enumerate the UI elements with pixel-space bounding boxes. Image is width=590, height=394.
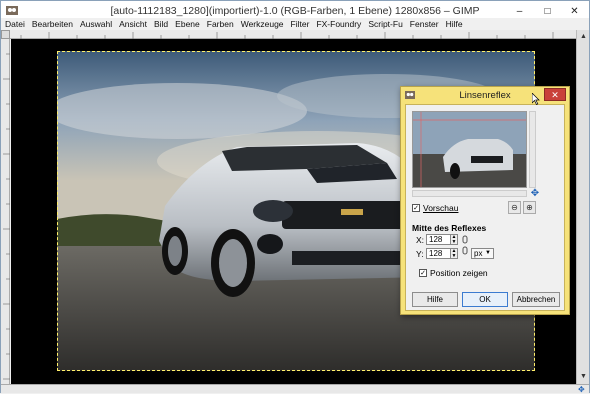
ruler-ticks-icon <box>20 32 554 39</box>
menu-script-fu[interactable]: Script-Fu <box>368 19 402 29</box>
gimp-window: [auto-1112183_1280](importiert)-1.0 (RGB… <box>0 0 590 394</box>
chevron-down-icon: ▼ <box>485 250 491 256</box>
preview-checkbox[interactable]: ✓ <box>412 204 420 212</box>
menu-hilfe[interactable]: Hilfe <box>446 19 463 29</box>
dialog-body: ✥ ✓ Vorschau ⊖ ⊕ Mitte des Reflexes X: 1… <box>405 104 565 311</box>
show-position-checkbox[interactable]: ✓ <box>419 269 427 277</box>
menu-fx-foundry[interactable]: FX-Foundry <box>316 19 361 29</box>
x-spin-arrows-icon[interactable]: ▲ ▼ <box>451 234 458 245</box>
menu-datei[interactable]: Datei <box>5 19 25 29</box>
menu-ebene[interactable]: Ebene <box>175 19 200 29</box>
y-coordinate-row: Y: 128 ▲ ▼ <box>416 248 458 259</box>
y-spin-arrows-icon[interactable]: ▲ ▼ <box>451 248 458 259</box>
lens-flare-dialog: Linsenreflex ✕ ✥ ✓ Vorschau ⊖ ⊕ Mitte de… <box>400 86 570 315</box>
menu-fenster[interactable]: Fenster <box>410 19 439 29</box>
chain-link-icon[interactable] <box>462 234 468 256</box>
menu-werkzeuge[interactable]: Werkzeuge <box>241 19 284 29</box>
vertical-ruler[interactable] <box>1 39 10 384</box>
y-value-input[interactable]: 128 <box>426 248 451 259</box>
x-value-input[interactable]: 128 <box>426 234 451 245</box>
menu-bild[interactable]: Bild <box>154 19 168 29</box>
preview-vertical-scrollbar[interactable] <box>529 111 536 188</box>
menu-auswahl[interactable]: Auswahl <box>80 19 112 29</box>
mouse-cursor-icon <box>532 93 540 105</box>
horizontal-scrollbar[interactable]: ✥ <box>1 384 589 394</box>
preview-horizontal-scrollbar[interactable] <box>412 190 527 197</box>
vertical-scrollbar[interactable]: ▲ ▼ <box>576 30 589 384</box>
x-label: X: <box>416 234 425 245</box>
preview-label: Vorschau <box>423 203 459 213</box>
menu-farben[interactable]: Farben <box>207 19 234 29</box>
x-coordinate-row: X: 128 ▲ ▼ <box>416 234 458 245</box>
ok-button[interactable]: OK <box>462 292 508 307</box>
ruler-corner[interactable] <box>1 30 10 39</box>
flare-center-heading: Mitte des Reflexes <box>412 223 487 233</box>
zoom-out-icon[interactable]: ⊖ <box>508 201 521 214</box>
help-button[interactable]: Hilfe <box>412 292 458 307</box>
preview-car-thumbnail <box>413 112 526 187</box>
zoom-in-icon[interactable]: ⊕ <box>523 201 536 214</box>
dialog-title-bar[interactable]: Linsenreflex ✕ <box>401 87 569 104</box>
unit-value: px <box>474 249 483 258</box>
show-position-toggle[interactable]: ✓ Position zeigen <box>419 268 488 278</box>
preview-toggle[interactable]: ✓ Vorschau <box>412 203 458 213</box>
scroll-down-icon[interactable]: ▼ <box>579 372 588 381</box>
horizontal-ruler[interactable] <box>1 30 589 39</box>
window-title: [auto-1112183_1280](importiert)-1.0 (RGB… <box>110 5 480 17</box>
preview-navigate-icon[interactable]: ✥ <box>530 189 540 199</box>
menu-filter[interactable]: Filter <box>291 19 310 29</box>
menu-bearbeiten[interactable]: Bearbeiten <box>32 19 73 29</box>
dialog-close-button[interactable]: ✕ <box>544 88 566 101</box>
ruler-ticks-icon <box>3 53 10 380</box>
cancel-button[interactable]: Abbrechen <box>512 292 560 307</box>
scroll-up-icon[interactable]: ▲ <box>579 32 588 41</box>
menu-bar: Datei Bearbeiten Auswahl Ansicht Bild Eb… <box>1 18 589 30</box>
y-label: Y: <box>416 248 424 259</box>
menu-ansicht[interactable]: Ansicht <box>119 19 147 29</box>
show-position-label: Position zeigen <box>430 268 488 278</box>
preview-image[interactable] <box>412 111 527 188</box>
unit-select[interactable]: px ▼ <box>471 248 494 259</box>
